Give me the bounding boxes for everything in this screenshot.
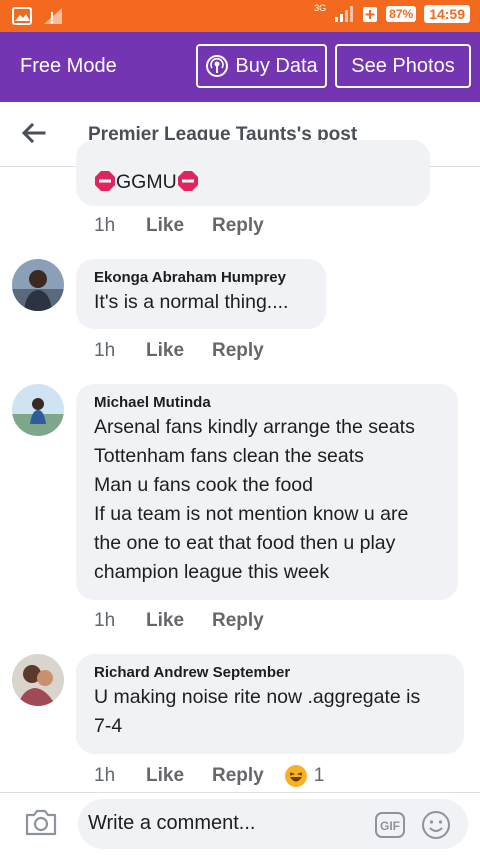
comment-text: It's is a normal thing.... bbox=[94, 291, 289, 313]
status-bar: 3G 87% 14:59 bbox=[0, 0, 480, 32]
reaction-summary[interactable]: 1 bbox=[284, 764, 325, 788]
like-link[interactable]: Like bbox=[146, 215, 212, 237]
battery-percent: 87% bbox=[386, 6, 417, 22]
comment-input[interactable]: Write a comment... GIF bbox=[78, 799, 468, 849]
comment-bubble: GGMU bbox=[76, 140, 430, 206]
buy-data-button[interactable]: Buy Data bbox=[196, 44, 327, 88]
like-link[interactable]: Like bbox=[146, 765, 212, 787]
comment-placeholder: Write a comment... bbox=[88, 812, 256, 834]
see-photos-button[interactable]: See Photos bbox=[335, 44, 471, 88]
commenter-name[interactable]: Michael Mutinda bbox=[94, 394, 440, 411]
comment-bubble: Michael Mutinda Arsenal fans kindly arra… bbox=[76, 384, 458, 600]
comment-text-value: GGMU bbox=[116, 171, 177, 193]
reply-link[interactable]: Reply bbox=[212, 340, 264, 362]
comment-time: 1h bbox=[94, 610, 116, 631]
network-type: 3G bbox=[314, 3, 327, 13]
comment-text-line: Tottenham fans clean the seats bbox=[94, 445, 364, 467]
smiley-icon[interactable] bbox=[421, 810, 451, 840]
reaction-count: 1 bbox=[313, 765, 325, 786]
gallery-icon bbox=[12, 7, 32, 25]
gif-icon[interactable]: GIF bbox=[374, 811, 406, 839]
comment-bubble: Richard Andrew September U making noise … bbox=[76, 654, 464, 754]
avatar[interactable] bbox=[12, 654, 64, 706]
user-avatar-image bbox=[12, 384, 64, 436]
broadcast-icon bbox=[206, 55, 229, 77]
avatar[interactable] bbox=[12, 259, 64, 311]
commenter-name[interactable]: Ekonga Abraham Humprey bbox=[94, 269, 308, 286]
laughing-emoji-icon bbox=[284, 765, 307, 787]
gif-label: GIF bbox=[380, 819, 400, 833]
commenter-name[interactable]: Richard Andrew September bbox=[94, 664, 446, 681]
free-mode-bar: Free Mode Buy Data See Photos bbox=[0, 32, 480, 102]
comment-time: 1h bbox=[94, 765, 116, 786]
comment-text-line: the one to eat that food then u play bbox=[94, 532, 396, 554]
reply-link[interactable]: Reply bbox=[212, 765, 264, 787]
user-avatar-image bbox=[12, 654, 64, 706]
reply-link[interactable]: Reply bbox=[212, 610, 264, 632]
see-photos-label: See Photos bbox=[351, 54, 455, 77]
comment-text-line: U making noise rite now .aggregate is bbox=[94, 686, 421, 708]
comment-meta: 1h Like Reply bbox=[94, 610, 264, 632]
avatar[interactable] bbox=[12, 384, 64, 436]
comment-composer: Write a comment... GIF bbox=[0, 792, 480, 855]
comment-text-line: champion league this week bbox=[94, 561, 330, 583]
comment-text: GGMU bbox=[94, 168, 412, 197]
signal-alert-icon bbox=[44, 8, 62, 24]
user-avatar-image bbox=[12, 259, 64, 311]
clock: 14:59 bbox=[424, 5, 470, 23]
like-link[interactable]: Like bbox=[146, 610, 212, 632]
back-arrow-icon[interactable] bbox=[20, 120, 46, 146]
comment-text-line: 7-4 bbox=[94, 715, 123, 737]
comment-text-line: Man u fans cook the food bbox=[94, 474, 313, 496]
comment-meta: 1h Like Reply bbox=[94, 215, 264, 237]
comment-text-line: If ua team is not mention know u are bbox=[94, 503, 409, 525]
stop-sign-emoji-icon bbox=[95, 171, 115, 191]
buy-data-label: Buy Data bbox=[235, 54, 318, 77]
comment-bubble: Ekonga Abraham Humprey It's is a normal … bbox=[76, 259, 326, 329]
camera-icon[interactable] bbox=[24, 807, 58, 837]
reply-link[interactable]: Reply bbox=[212, 215, 264, 237]
comment-meta: 1h Like Reply 1 bbox=[94, 764, 324, 788]
signal-icon bbox=[335, 6, 354, 22]
comment-meta: 1h Like Reply bbox=[94, 340, 264, 362]
like-link[interactable]: Like bbox=[146, 340, 212, 362]
comment-time: 1h bbox=[94, 340, 116, 361]
battery-plus-icon bbox=[363, 7, 378, 22]
comment-text-line: Arsenal fans kindly arrange the seats bbox=[94, 416, 415, 438]
comment-time: 1h bbox=[94, 215, 116, 236]
stop-sign-emoji-icon bbox=[177, 171, 198, 191]
free-mode-label: Free Mode bbox=[20, 55, 117, 77]
